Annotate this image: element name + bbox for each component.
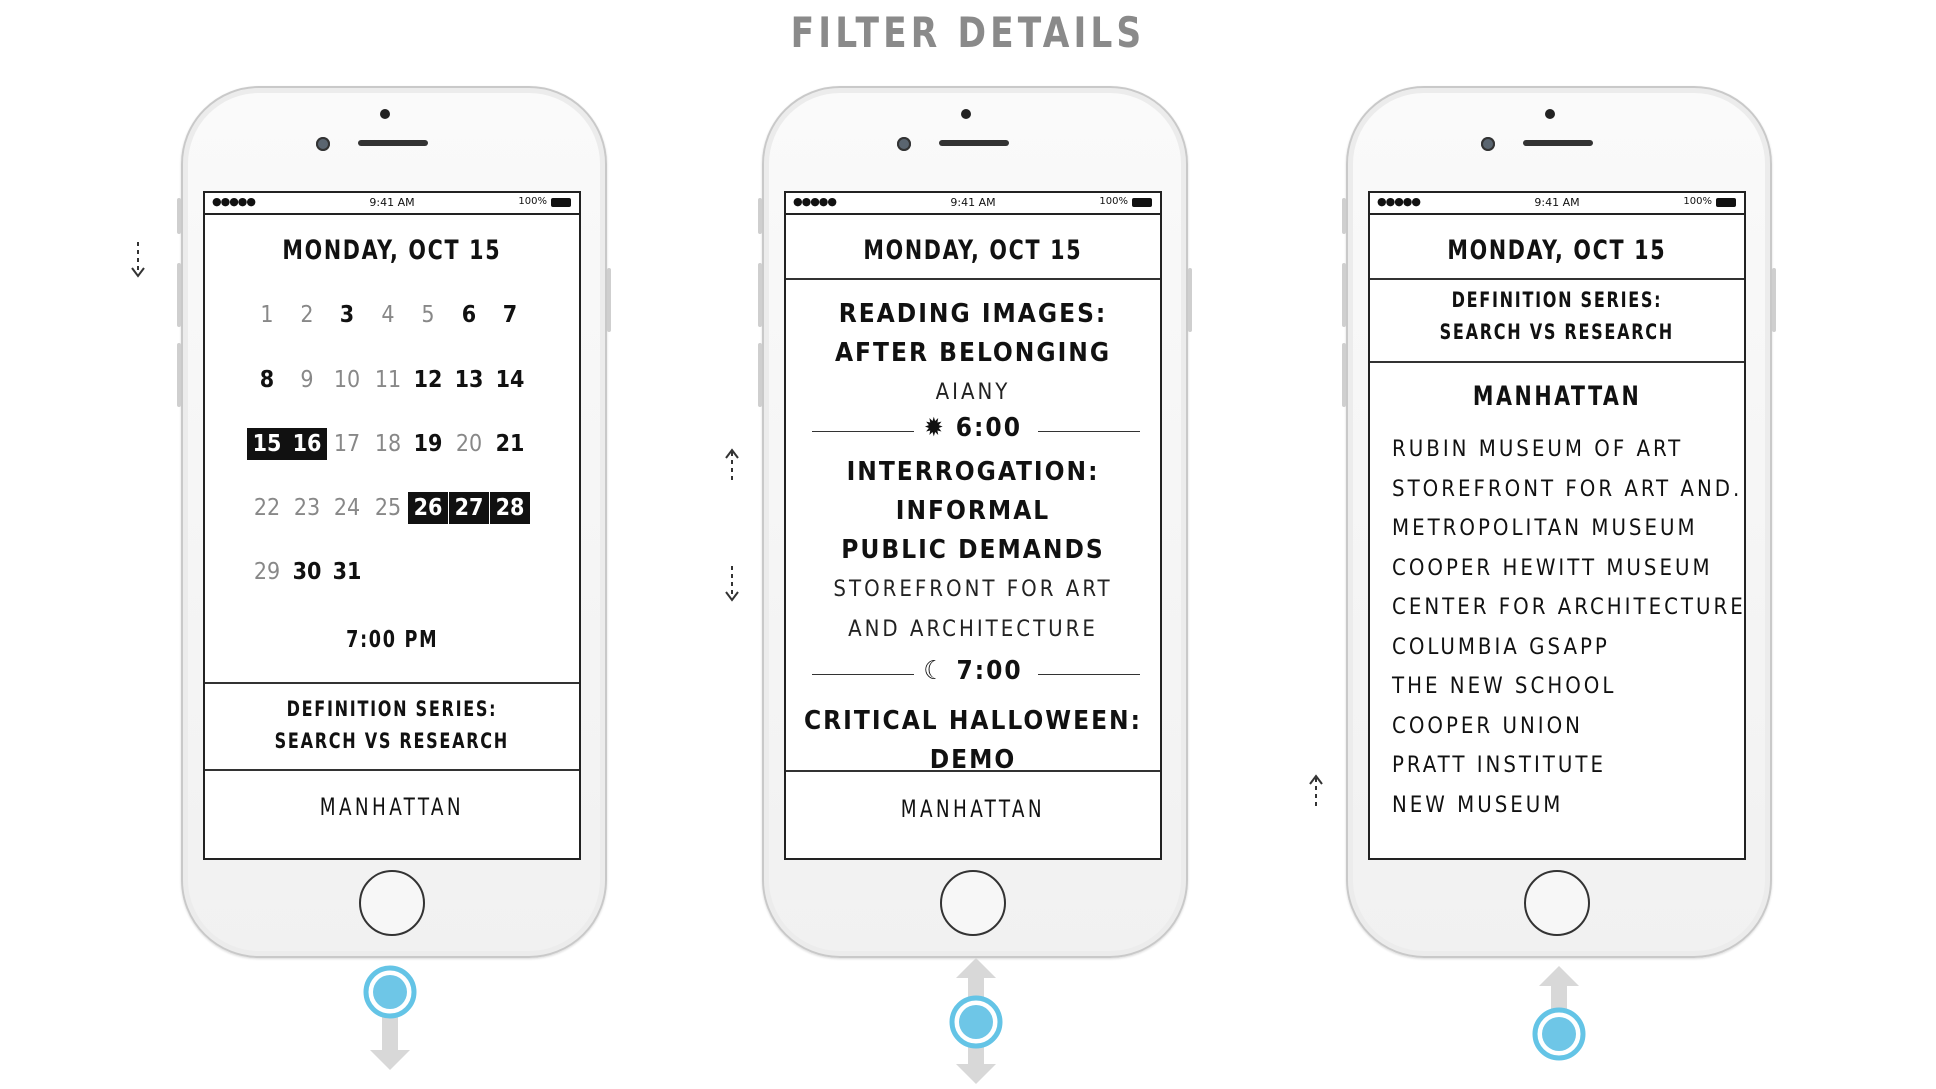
region-title: MANHATTAN bbox=[1472, 381, 1642, 412]
calendar-day[interactable]: 11 bbox=[368, 364, 408, 396]
calendar-day[interactable]: 15 bbox=[247, 428, 287, 460]
battery-percent: 100% bbox=[518, 196, 547, 207]
camera-dot bbox=[380, 109, 390, 119]
venue-item[interactable]: PRATT INSTITUTE bbox=[1370, 746, 1744, 786]
region-filter[interactable]: MANHATTAN bbox=[205, 793, 579, 821]
home-button[interactable] bbox=[1524, 870, 1590, 936]
venue-item[interactable]: COLUMBIA GSAPP bbox=[1370, 628, 1744, 668]
battery-icon bbox=[551, 198, 571, 207]
calendar-day[interactable]: 13 bbox=[449, 364, 489, 396]
calendar-day[interactable]: 14 bbox=[490, 364, 530, 396]
calendar-day[interactable]: 8 bbox=[247, 364, 287, 396]
calendar-day[interactable]: 20 bbox=[449, 428, 489, 460]
calendar-day[interactable]: 28 bbox=[490, 492, 530, 524]
calendar-day[interactable]: 9 bbox=[287, 364, 327, 396]
venue-item[interactable]: COOPER UNION bbox=[1370, 707, 1744, 747]
calendar-day[interactable]: 30 bbox=[287, 556, 327, 588]
event-list: READING IMAGES: AFTER BELONGING AIANY ✹ … bbox=[786, 295, 1160, 780]
calendar-day[interactable]: 18 bbox=[368, 428, 408, 460]
front-camera bbox=[316, 137, 330, 151]
speaker-grille bbox=[939, 140, 1009, 146]
scroll-down-hint-icon bbox=[725, 566, 739, 602]
scroll-up-hint-icon bbox=[1309, 774, 1323, 810]
venue-list: RUBIN MUSEUM OF ART STOREFRONT FOR ART AN… bbox=[1370, 430, 1744, 825]
venue-item[interactable]: COOPER HEWITT MUSEUM bbox=[1370, 549, 1744, 589]
home-button[interactable] bbox=[940, 870, 1006, 936]
front-camera bbox=[1481, 137, 1495, 151]
battery-percent: 100% bbox=[1683, 196, 1712, 207]
venue-item[interactable]: CENTER FOR ARCHITECTURE bbox=[1370, 588, 1744, 628]
screen-events: ●●●●● 9:41 AM 100% MONDAY, OCT 15 READIN… bbox=[784, 191, 1162, 860]
calendar-day[interactable]: 21 bbox=[490, 428, 530, 460]
battery-icon bbox=[1716, 198, 1736, 207]
phone-frame-venues: ●●●●● 9:41 AM 100% MONDAY, OCT 15 DEFINI… bbox=[1342, 86, 1776, 958]
speaker-grille bbox=[358, 140, 428, 146]
date-header[interactable]: MONDAY, OCT 15 bbox=[786, 215, 1160, 281]
sun-icon: ✹ bbox=[924, 413, 946, 443]
venue-item[interactable]: RUBIN MUSEUM OF ART bbox=[1370, 430, 1744, 470]
calendar-day[interactable]: 4 bbox=[368, 299, 408, 331]
phone-frame-calendar: ●●●●● 9:41 AM 100% MONDAY, OCT 15 123456… bbox=[177, 86, 611, 958]
calendar-day[interactable]: 24 bbox=[327, 492, 367, 524]
swipe-both-gesture-icon bbox=[949, 958, 1003, 1084]
camera-dot bbox=[1545, 109, 1555, 119]
screen-calendar: ●●●●● 9:41 AM 100% MONDAY, OCT 15 123456… bbox=[203, 191, 581, 860]
calendar-day[interactable]: 17 bbox=[327, 428, 367, 460]
calendar-day[interactable]: 7 bbox=[490, 299, 530, 331]
battery-percent: 100% bbox=[1099, 196, 1128, 207]
scroll-up-hint-icon bbox=[725, 448, 739, 484]
home-button[interactable] bbox=[359, 870, 425, 936]
calendar-day[interactable]: 10 bbox=[327, 364, 367, 396]
moon-icon: ☾ bbox=[923, 656, 947, 686]
calendar-day[interactable]: 16 bbox=[287, 428, 327, 460]
venue-item[interactable]: STOREFRONT FOR ART AND... bbox=[1370, 470, 1744, 510]
calendar-day[interactable]: 27 bbox=[449, 492, 489, 524]
region-filter[interactable]: MANHATTAN bbox=[786, 770, 1160, 858]
swipe-down-gesture-icon bbox=[363, 965, 417, 1070]
venue-item[interactable]: THE NEW SCHOOL bbox=[1370, 667, 1744, 707]
calendar-day[interactable]: 2 bbox=[287, 299, 327, 331]
time-divider-7: ☾ 7:00 bbox=[786, 656, 1160, 692]
screen-venues: ●●●●● 9:41 AM 100% MONDAY, OCT 15 DEFINI… bbox=[1368, 191, 1746, 860]
calendar-day[interactable]: 19 bbox=[408, 428, 448, 460]
calendar-day[interactable]: 31 bbox=[327, 556, 367, 588]
venue-item[interactable]: METROPOLITAN MUSEUM bbox=[1370, 509, 1744, 549]
calendar-day[interactable]: 25 bbox=[368, 492, 408, 524]
calendar-day[interactable]: 12 bbox=[408, 364, 448, 396]
time-divider-6: ✹ 6:00 bbox=[786, 413, 1160, 449]
time-selector[interactable]: 7:00 PM bbox=[205, 627, 579, 653]
series-filter[interactable]: DEFINITION SERIES: SEARCH VS RESEARCH bbox=[205, 693, 579, 757]
date-header[interactable]: MONDAY, OCT 15 bbox=[1370, 215, 1744, 281]
page-title: FILTER DETAILS bbox=[790, 8, 1146, 57]
calendar-day[interactable]: 26 bbox=[408, 492, 448, 524]
calendar-grid: 1 2 3 4 5 6 7 8 9 10 11 12 13 14 15 16 17 18 19 20 21 22 23 24 2… bbox=[205, 281, 579, 611]
calendar-day[interactable]: 6 bbox=[449, 299, 489, 331]
speaker-grille bbox=[1523, 140, 1593, 146]
event-item[interactable]: INTERROGATION: INFORMAL PUBLIC DEMANDS S… bbox=[786, 453, 1160, 650]
front-camera bbox=[897, 137, 911, 151]
calendar-day[interactable]: 23 bbox=[287, 492, 327, 524]
date-header[interactable]: MONDAY, OCT 15 bbox=[205, 215, 579, 281]
phone-frame-events: ●●●●● 9:41 AM 100% MONDAY, OCT 15 READIN… bbox=[758, 86, 1192, 958]
scroll-down-hint-icon bbox=[131, 242, 145, 278]
status-bar: ●●●●● 9:41 AM 100% bbox=[205, 193, 579, 215]
calendar-day[interactable]: 5 bbox=[408, 299, 448, 331]
battery-icon bbox=[1132, 198, 1152, 207]
swipe-up-gesture-icon bbox=[1532, 966, 1586, 1061]
series-filter[interactable]: DEFINITION SERIES: SEARCH VS RESEARCH bbox=[1370, 284, 1744, 348]
event-item[interactable]: CRITICAL HALLOWEEN: DEMO bbox=[786, 702, 1160, 780]
calendar-day[interactable]: 1 bbox=[247, 299, 287, 331]
venue-item[interactable]: NEW MUSEUM bbox=[1370, 786, 1744, 826]
calendar-day[interactable]: 3 bbox=[327, 299, 367, 331]
status-bar: ●●●●● 9:41 AM 100% bbox=[786, 193, 1160, 215]
status-bar: ●●●●● 9:41 AM 100% bbox=[1370, 193, 1744, 215]
camera-dot bbox=[961, 109, 971, 119]
calendar-day[interactable]: 22 bbox=[247, 492, 287, 524]
event-item[interactable]: READING IMAGES: AFTER BELONGING AIANY bbox=[786, 295, 1160, 413]
calendar-day[interactable]: 29 bbox=[247, 556, 287, 588]
